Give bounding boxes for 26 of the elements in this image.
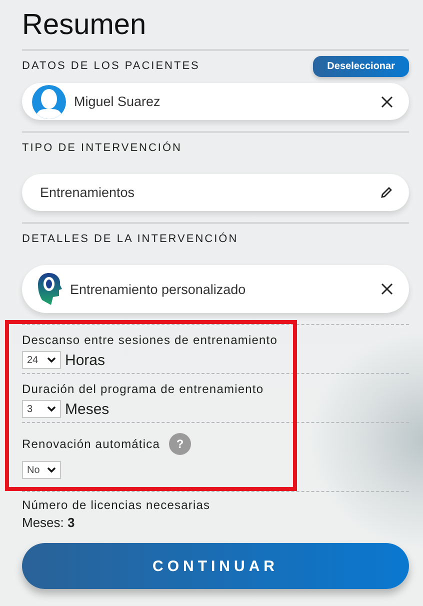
- deselect-button[interactable]: Deseleccionar: [313, 56, 409, 76]
- chevron-icon[interactable]: [47, 406, 56, 412]
- page-title: Resumen: [22, 8, 148, 43]
- selection-text: Entrenamientos: [40, 185, 136, 200]
- dropdown[interactable]: 3: [22, 400, 61, 418]
- setting-label: Duración del programa de entrenamiento: [22, 382, 264, 396]
- section-label: DATOS DE LOS PACIENTES: [22, 60, 200, 72]
- unit-label: Horas: [65, 352, 106, 368]
- selection-text: Entrenamiento personalizado: [70, 282, 247, 296]
- section-label: TIPO DE INTERVENCIÓN: [22, 142, 182, 154]
- licenses-label: Número de licencias necesarias: [22, 498, 212, 512]
- selection-text: Miguel Suarez: [74, 94, 162, 109]
- close-icon[interactable]: [381, 96, 393, 108]
- section-label: DETALLES DE LA INTERVENCIÓN: [22, 233, 238, 245]
- dropdown[interactable]: 24: [22, 351, 61, 369]
- close-icon[interactable]: [381, 283, 393, 295]
- setting-label: Renovación automática: [22, 437, 160, 451]
- chevron-icon[interactable]: [47, 357, 56, 363]
- setting-label: Descanso entre sesiones de entrenamiento: [22, 333, 278, 347]
- continue-button[interactable]: CONTINUAR: [22, 543, 409, 589]
- pencil-icon[interactable]: [380, 186, 393, 199]
- unit-label: Meses: [65, 400, 110, 418]
- dropdown[interactable]: No: [22, 461, 61, 479]
- chevron-icon[interactable]: [47, 467, 56, 473]
- licenses-count: Meses: 3: [22, 515, 76, 530]
- head-profile-icon: [36, 272, 62, 306]
